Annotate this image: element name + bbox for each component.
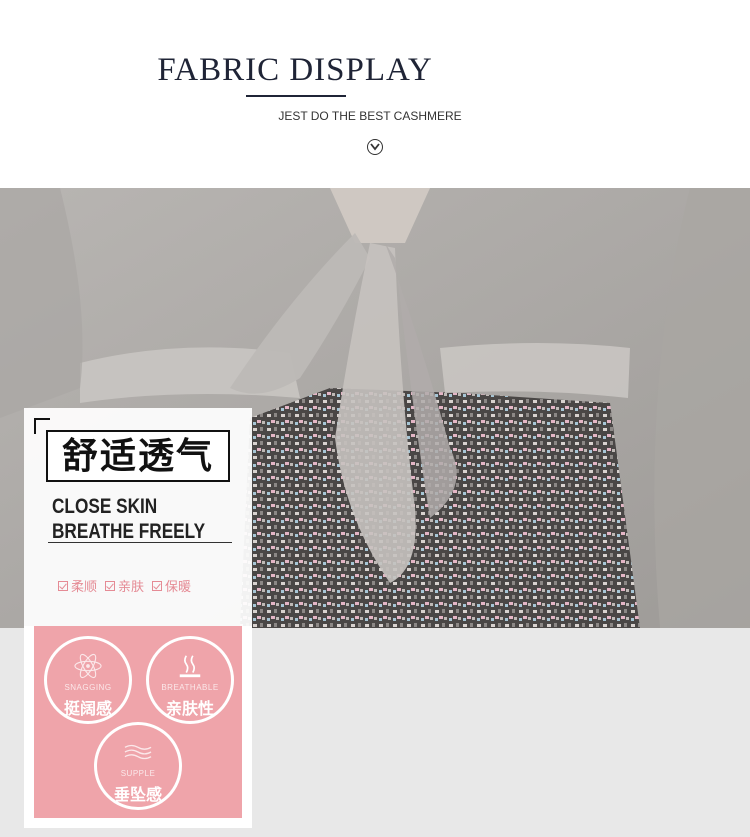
- header: FABRIC DISPLAY JEST DO THE BEST CASHMERE: [0, 0, 750, 188]
- card-line-2: BREATHE FREELY: [52, 520, 206, 543]
- tag-label: 保暖: [165, 579, 192, 594]
- feature-label-cn: 挺阔感: [63, 701, 112, 718]
- feature-circle-supple: SUPPLE 垂坠感: [94, 722, 182, 810]
- feature-tags: 柔顺 亲肤 保暖: [58, 576, 248, 595]
- page-title: FABRIC DISPLAY: [157, 52, 433, 88]
- feature-label-cn: 垂坠感: [113, 787, 162, 804]
- feature-panel-bg: SNAGGING 挺阔感 BREATHABLE 亲肤性 SUPPLE 垂坠感: [34, 626, 242, 818]
- tag-label: 柔顺: [71, 579, 98, 594]
- card-divider: [48, 542, 232, 543]
- card-title-cn: 舒适透气: [46, 430, 230, 482]
- checkbox-icon: [152, 580, 163, 591]
- comfort-card: 舒适透气 CLOSE SKIN BREATHE FREELY 柔顺 亲肤 保暖: [24, 408, 252, 626]
- feature-circle-breathable: BREATHABLE 亲肤性: [146, 636, 234, 724]
- page-subtitle: JEST DO THE BEST CASHMERE: [278, 109, 462, 123]
- tag-item: 柔顺: [58, 576, 97, 595]
- feature-label-en: BREATHABLE: [161, 683, 219, 692]
- checkbox-icon: [105, 580, 116, 591]
- atom-icon: [74, 653, 102, 679]
- chevron-down-icon[interactable]: [367, 139, 383, 155]
- wave-icon: [124, 744, 152, 760]
- feature-label-cn: 亲肤性: [165, 701, 214, 718]
- card-line-1: CLOSE SKIN: [52, 495, 158, 518]
- tag-label: 亲肤: [118, 579, 145, 594]
- checkbox-icon: [58, 580, 68, 591]
- feature-label-en: SNAGGING: [64, 683, 112, 692]
- card-english-text: CLOSE SKIN BREATHE FREELY: [52, 494, 208, 544]
- tag-item: 亲肤: [105, 576, 144, 595]
- steam-icon: [179, 655, 201, 678]
- title-divider: [246, 95, 346, 97]
- feature-circle-snagging: SNAGGING 挺阔感: [44, 636, 132, 724]
- feature-panel: SNAGGING 挺阔感 BREATHABLE 亲肤性 SUPPLE 垂坠感: [24, 626, 252, 828]
- tag-item: 保暖: [152, 576, 191, 595]
- feature-label-en: SUPPLE: [120, 769, 156, 778]
